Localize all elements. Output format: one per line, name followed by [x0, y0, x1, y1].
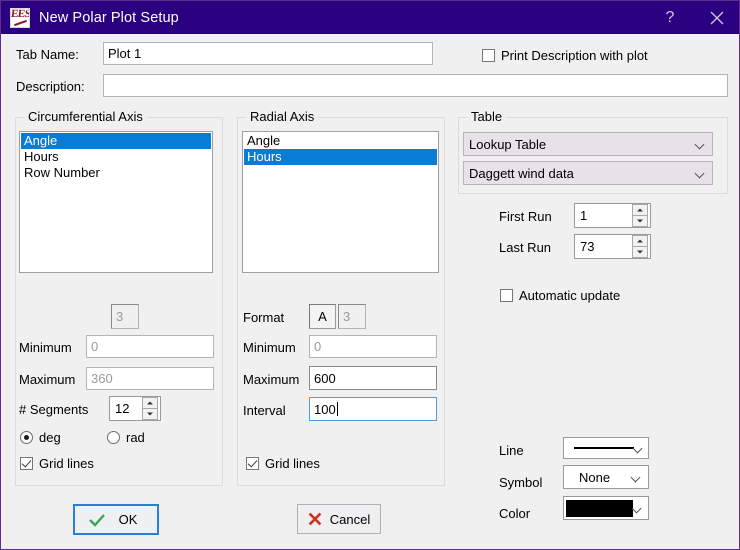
circumferential-grid-lines-label: Grid lines — [39, 456, 94, 471]
chevron-down-icon — [633, 504, 641, 513]
checkbox-box — [246, 457, 259, 470]
automatic-update-label: Automatic update — [519, 288, 620, 303]
text-caret — [337, 402, 338, 416]
description-label: Description: — [16, 79, 85, 94]
list-item[interactable]: Hours — [244, 149, 437, 165]
table-type-dropdown[interactable]: Lookup Table — [463, 132, 713, 156]
first-run-stepper-buttons[interactable] — [632, 204, 648, 227]
radial-maximum-input[interactable]: 600 — [309, 366, 437, 390]
description-input[interactable] — [103, 74, 728, 97]
radial-format-style-button[interactable]: A — [309, 304, 336, 329]
x-icon — [308, 512, 322, 526]
table-name-value: Daggett wind data — [469, 166, 574, 181]
close-icon — [710, 11, 724, 25]
table-group-title: Table — [467, 109, 506, 124]
automatic-update-checkbox[interactable]: Automatic update — [500, 288, 620, 303]
window-title: New Polar Plot Setup — [39, 10, 179, 26]
radio-circle — [20, 431, 33, 444]
stepper-up-icon[interactable] — [142, 397, 158, 408]
title-bar-buttons: ? — [647, 1, 740, 34]
table-name-dropdown[interactable]: Daggett wind data — [463, 161, 713, 185]
color-dropdown[interactable] — [563, 496, 649, 520]
line-style-dropdown[interactable] — [563, 437, 649, 459]
check-icon — [89, 513, 105, 527]
chevron-down-icon — [696, 140, 705, 149]
stepper-up-icon[interactable] — [632, 235, 648, 246]
first-run-label: First Run — [499, 209, 552, 224]
last-run-stepper-buttons[interactable] — [632, 235, 648, 258]
checkbox-box — [20, 457, 33, 470]
line-label: Line — [499, 443, 524, 458]
segments-label: # Segments — [19, 402, 88, 417]
first-run-stepper[interactable]: 1 — [574, 203, 651, 228]
ok-button[interactable]: OK — [73, 504, 159, 535]
radial-interval-input[interactable]: 100 — [309, 397, 437, 421]
rad-label: rad — [126, 430, 145, 445]
chevron-down-icon — [696, 169, 705, 178]
tab-name-label: Tab Name: — [16, 47, 79, 62]
radial-minimum-label: Minimum — [243, 340, 296, 355]
stepper-down-icon[interactable] — [632, 246, 648, 258]
deg-radio[interactable]: deg — [20, 430, 61, 445]
checkbox-box — [500, 289, 513, 302]
chevron-down-icon — [632, 473, 641, 482]
deg-label: deg — [39, 430, 61, 445]
print-description-checkbox[interactable]: Print Description with plot — [482, 48, 648, 63]
stepper-up-icon[interactable] — [632, 204, 648, 215]
circumferential-maximum-label: Maximum — [19, 372, 75, 387]
circumferential-axis-list[interactable]: Angle Hours Row Number — [19, 131, 213, 273]
circumferential-minimum-input[interactable]: 0 — [86, 335, 214, 358]
radial-axis-list[interactable]: Angle Hours — [242, 131, 439, 273]
tab-name-input[interactable]: Plot 1 — [103, 42, 433, 65]
stepper-down-icon[interactable] — [632, 215, 648, 227]
circumferential-grid-lines-checkbox[interactable]: Grid lines — [20, 456, 94, 471]
symbol-dropdown[interactable]: None — [563, 465, 649, 489]
cancel-button[interactable]: Cancel — [297, 504, 381, 534]
color-swatch — [566, 500, 633, 517]
segments-value: 12 — [110, 401, 142, 416]
radial-interval-label: Interval — [243, 403, 286, 418]
symbol-value: None — [579, 470, 610, 485]
list-item[interactable]: Angle — [244, 133, 437, 149]
radial-grid-lines-label: Grid lines — [265, 456, 320, 471]
ees-app-icon: EES — [10, 8, 30, 28]
circumferential-maximum-input[interactable]: 360 — [86, 367, 214, 390]
checkbox-box — [482, 49, 495, 62]
title-bar: EES New Polar Plot Setup ? — [1, 1, 740, 34]
segments-stepper-buttons[interactable] — [142, 397, 158, 420]
segments-stepper[interactable]: 12 — [109, 396, 161, 421]
rad-radio[interactable]: rad — [107, 430, 145, 445]
symbol-label: Symbol — [499, 475, 542, 490]
list-item[interactable]: Angle — [21, 133, 211, 149]
last-run-label: Last Run — [499, 240, 551, 255]
ok-button-label: OK — [119, 512, 138, 527]
radio-circle — [107, 431, 120, 444]
circumferential-minimum-label: Minimum — [19, 340, 72, 355]
color-label: Color — [499, 506, 530, 521]
radial-format-label: Format — [243, 310, 284, 325]
chevron-down-icon — [634, 444, 641, 453]
circumferential-axis-title: Circumferential Axis — [24, 109, 147, 124]
first-run-value: 1 — [575, 208, 632, 223]
radial-interval-value: 100 — [314, 402, 336, 417]
radial-maximum-label: Maximum — [243, 372, 299, 387]
question-mark-icon: ? — [666, 9, 675, 27]
stepper-down-icon[interactable] — [142, 408, 158, 420]
print-description-label: Print Description with plot — [501, 48, 648, 63]
solid-line-icon — [574, 447, 634, 449]
new-polar-plot-setup-dialog: EES New Polar Plot Setup ? Tab Name: Plo… — [0, 0, 740, 550]
radial-grid-lines-checkbox[interactable]: Grid lines — [246, 456, 320, 471]
cancel-button-label: Cancel — [330, 512, 370, 527]
radial-minimum-input[interactable]: 0 — [309, 335, 437, 358]
close-button[interactable] — [693, 1, 740, 34]
radial-axis-title: Radial Axis — [246, 109, 318, 124]
radial-format-digits: 3 — [338, 304, 366, 329]
list-item[interactable]: Row Number — [21, 165, 211, 181]
help-button[interactable]: ? — [647, 1, 693, 34]
last-run-stepper[interactable]: 73 — [574, 234, 651, 259]
circumferential-format-digits: 3 — [111, 304, 139, 329]
table-type-value: Lookup Table — [469, 137, 546, 152]
last-run-value: 73 — [575, 239, 632, 254]
list-item[interactable]: Hours — [21, 149, 211, 165]
